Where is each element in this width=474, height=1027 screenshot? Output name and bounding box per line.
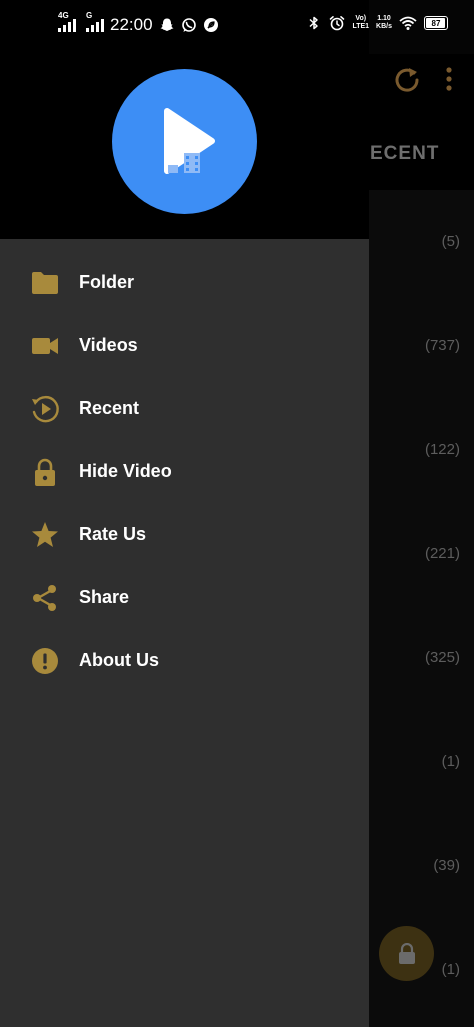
lock-icon <box>30 457 60 487</box>
menu-item-hide-video[interactable]: Hide Video <box>0 440 369 503</box>
lock-icon <box>398 942 415 964</box>
alarm-icon <box>330 16 345 31</box>
battery-indicator: 87 <box>424 16 448 30</box>
lock-fab-button[interactable] <box>379 926 434 981</box>
menu-item-folder[interactable]: Folder <box>0 251 369 314</box>
menu-item-share[interactable]: Share <box>0 566 369 629</box>
network-speed: 1.10 KB/s <box>376 15 392 31</box>
info-icon <box>30 646 60 676</box>
menu-item-about-us[interactable]: About Us <box>0 629 369 692</box>
drawer-menu: Folder Videos Recent Hide Video Rate Us … <box>0 251 369 692</box>
background-folder-list: (5) (737) (122) (221) (325) (1) (39) (1) <box>369 190 474 1027</box>
menu-item-label: About Us <box>79 650 159 670</box>
network-type: 4G <box>58 11 69 20</box>
signal-icon: 4G <box>58 11 76 32</box>
signal-icon: G <box>86 11 104 32</box>
menu-item-label: Videos <box>79 335 138 355</box>
tab-recent[interactable]: ECENT <box>370 143 439 165</box>
menu-item-recent[interactable]: Recent <box>0 377 369 440</box>
menu-item-rate-us[interactable]: Rate Us <box>0 503 369 566</box>
wifi-icon <box>399 16 417 30</box>
menu-item-videos[interactable]: Videos <box>0 314 369 377</box>
whatsapp-icon <box>181 18 196 32</box>
volte-indicator: Vo) LTE1 <box>352 15 369 31</box>
folder-count: (737) <box>424 337 460 354</box>
network-type: G <box>86 11 93 20</box>
video-camera-icon <box>30 331 60 361</box>
speed-unit: KB/s <box>376 23 392 30</box>
app-logo <box>112 69 257 214</box>
refresh-icon[interactable] <box>392 64 422 94</box>
speed-value: 1.10 <box>377 15 391 22</box>
menu-item-label: Hide Video <box>79 461 172 481</box>
folder-count: (325) <box>424 649 460 666</box>
more-vert-icon[interactable] <box>440 66 458 94</box>
folder-count: (1) <box>441 753 460 770</box>
folder-count: (1) <box>441 961 460 978</box>
snapchat-icon <box>160 18 174 31</box>
navigation-drawer: Folder Videos Recent Hide Video Rate Us … <box>0 0 369 1027</box>
bluetooth-icon <box>309 16 319 30</box>
clock: 22:00 <box>110 15 153 34</box>
app-leaf-icon <box>203 18 218 32</box>
battery-level: 87 <box>431 18 441 28</box>
menu-item-label: Folder <box>79 272 135 292</box>
volte-label: Vo) <box>355 15 367 22</box>
play-logo-icon <box>164 108 215 174</box>
status-bar: 4G G 22:00 Vo) LTE1 1.10 KB/s 87 <box>0 0 474 54</box>
recent-play-icon <box>30 394 60 424</box>
menu-item-label: Rate Us <box>79 524 147 544</box>
folder-count: (221) <box>424 545 460 562</box>
folder-icon <box>30 268 60 298</box>
menu-item-label: Share <box>79 587 130 607</box>
menu-item-label: Recent <box>79 398 140 418</box>
share-icon <box>30 583 60 613</box>
folder-count: (5) <box>441 233 460 250</box>
star-icon <box>30 520 60 550</box>
folder-count: (122) <box>424 441 460 458</box>
lte-label: LTE1 <box>352 23 370 30</box>
folder-count: (39) <box>433 857 460 874</box>
